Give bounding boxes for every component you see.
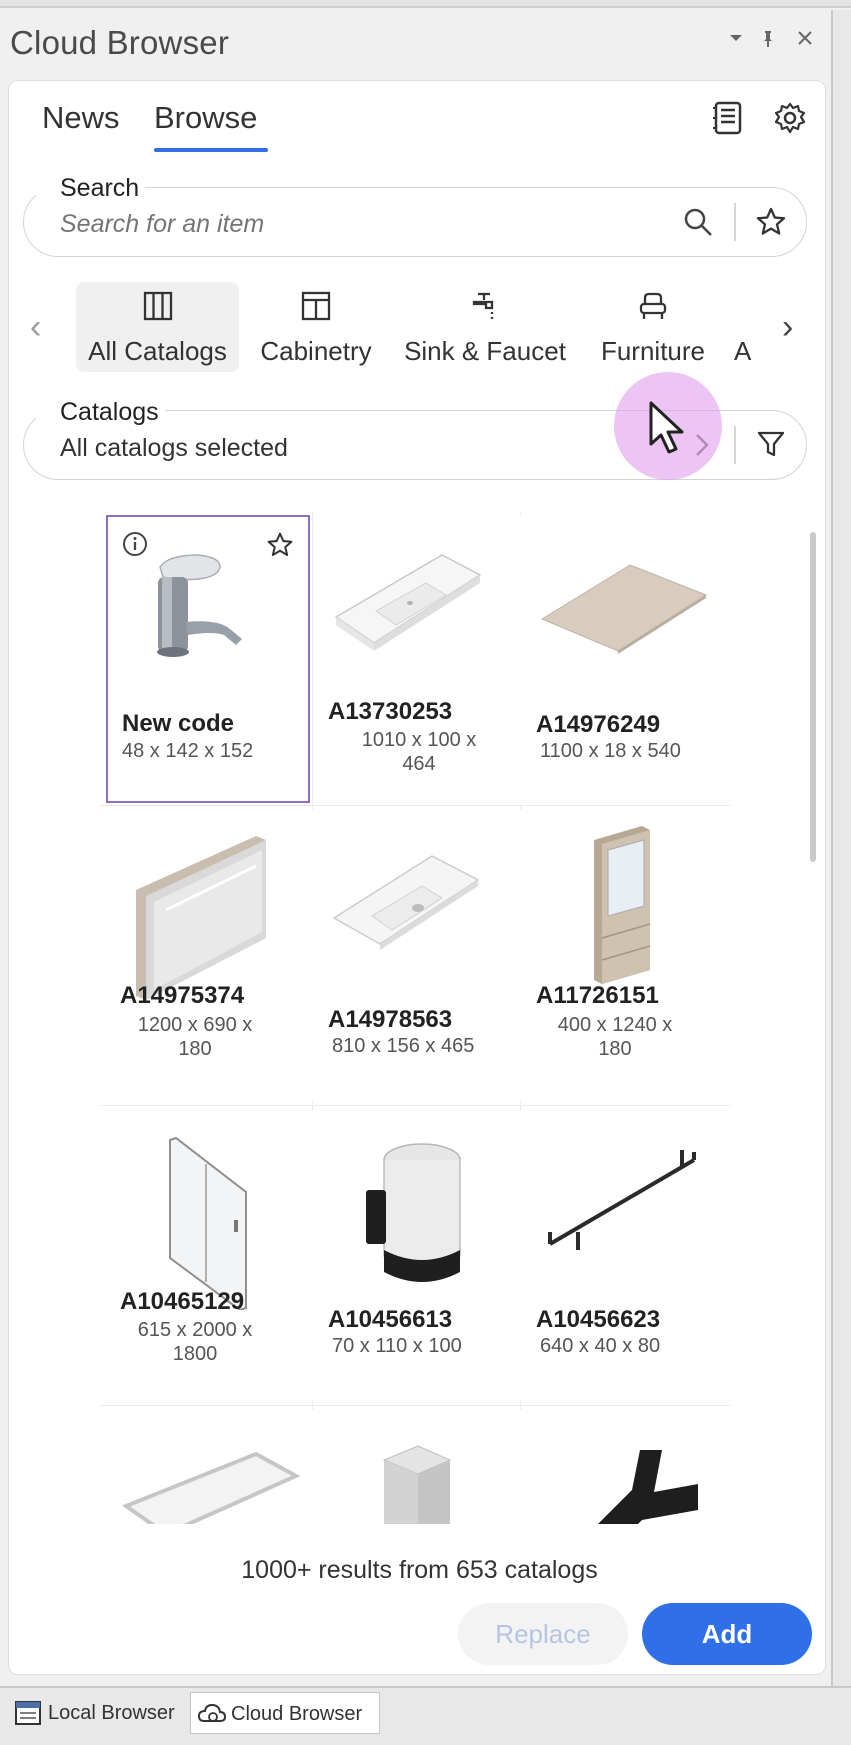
item-card[interactable]: A10456613 70 x 110 x 100 <box>314 1110 521 1400</box>
search-icon[interactable] <box>682 206 714 243</box>
item-card[interactable]: A10465129 615 x 2000 x 1800 <box>106 1110 313 1400</box>
search-separator <box>734 203 736 241</box>
gear-icon[interactable] <box>772 100 808 136</box>
category-sink-faucet[interactable]: Sink & Faucet <box>398 282 572 372</box>
replace-button[interactable]: Replace <box>458 1603 628 1665</box>
item-dimensions: 48 x 142 x 152 <box>122 740 254 762</box>
cabinet-icon <box>301 290 331 322</box>
item-code: A14978563 <box>328 1006 453 1033</box>
cup-holder-thumbnail <box>366 1143 461 1282</box>
pin-icon[interactable] <box>760 30 776 48</box>
basin-thumbnail <box>334 554 482 651</box>
faucet-thumbnail <box>157 554 242 657</box>
filter-icon[interactable] <box>756 429 786 464</box>
category-partial[interactable]: A <box>734 282 756 372</box>
item-card[interactable]: A14978563 810 x 156 x 465 <box>314 810 521 1100</box>
basin-slab-thumbnail <box>332 855 480 950</box>
shower-panel-thumbnail <box>169 1136 247 1310</box>
close-icon[interactable] <box>797 30 813 46</box>
tab-news[interactable]: News <box>42 100 120 136</box>
grid-divider <box>100 1105 730 1106</box>
catalog-book-icon[interactable] <box>710 100 746 136</box>
item-dimensions: 70 x 110 x 100 <box>332 1335 462 1357</box>
search-label: Search <box>36 174 146 203</box>
catalogs-label: Catalogs <box>36 398 165 427</box>
item-dimensions: 1200 x 690 x 180 <box>137 1014 253 1060</box>
catalogs-value: All catalogs selected <box>60 434 288 462</box>
results-grid: New code 48 x 142 x 152 A13730253 1010 x… <box>100 512 730 1524</box>
pillar-thumbnail <box>382 1445 452 1524</box>
active-tab-indicator <box>154 148 268 152</box>
category-all-catalogs[interactable]: All Catalogs <box>76 282 239 372</box>
item-code: A10456623 <box>536 1306 661 1333</box>
item-code: A14976249 <box>536 711 661 738</box>
panel-thumbnail <box>540 564 708 654</box>
add-button[interactable]: Add <box>642 1603 812 1665</box>
mouse-pointer-icon <box>648 400 688 461</box>
item-dimensions: 810 x 156 x 465 <box>332 1035 475 1057</box>
item-card[interactable]: A11726151 400 x 1240 x 180 <box>522 810 729 1100</box>
tab-browse[interactable]: Browse <box>154 100 257 136</box>
category-furniture[interactable]: Furniture <box>594 282 712 372</box>
catalog-columns-icon <box>143 290 173 322</box>
item-code: A13730253 <box>328 698 453 725</box>
dock-right-rail <box>831 10 851 1690</box>
item-card[interactable] <box>314 1410 521 1524</box>
chevron-left-icon[interactable]: ‹ <box>30 308 41 347</box>
item-code: A11726151 <box>536 982 659 1009</box>
window-top-border <box>0 0 851 8</box>
item-card[interactable]: A10456623 640 x 40 x 80 <box>522 1110 729 1400</box>
item-card[interactable]: New code 48 x 142 x 152 <box>106 515 310 803</box>
item-dimensions: 615 x 2000 x 1800 <box>137 1319 253 1365</box>
catalogs-separator <box>734 426 736 464</box>
local-browser-icon <box>15 1701 41 1725</box>
towel-rail-thumbnail <box>548 1150 696 1250</box>
item-card[interactable]: A14975374 1200 x 690 x 180 <box>106 810 313 1100</box>
tab-local-browser[interactable]: Local Browser <box>8 1692 180 1734</box>
search-input[interactable] <box>60 206 660 242</box>
bathtub-thumbnail <box>121 1451 301 1524</box>
grid-divider <box>100 1405 730 1406</box>
grid-divider <box>100 805 730 806</box>
results-scrollbar[interactable] <box>810 532 816 862</box>
item-code: A10465129 <box>120 1288 245 1315</box>
hook-thumbnail <box>598 1450 698 1524</box>
star-icon[interactable] <box>755 206 787 243</box>
item-dimensions: 400 x 1240 x 180 <box>557 1014 673 1060</box>
item-dimensions: 640 x 40 x 80 <box>540 1335 661 1357</box>
item-card[interactable]: A14976249 1100 x 18 x 540 <box>522 515 729 805</box>
faucet-icon <box>470 290 500 322</box>
item-card[interactable] <box>522 1410 729 1524</box>
item-code: A10456613 <box>328 1306 453 1333</box>
item-code: A14975374 <box>120 982 245 1009</box>
pane-title: Cloud Browser <box>10 24 230 61</box>
item-code: New code <box>122 710 235 737</box>
item-card[interactable] <box>106 1410 313 1524</box>
tab-cloud-browser[interactable]: Cloud Browser <box>190 1692 380 1734</box>
results-summary: 1000+ results from 653 catalogs <box>241 1556 598 1584</box>
dropdown-icon[interactable] <box>728 30 744 46</box>
cloud-browser-icon <box>197 1703 227 1722</box>
item-dimensions: 1100 x 18 x 540 <box>540 740 681 762</box>
item-dimensions: 1010 x 100 x 464 <box>361 729 477 775</box>
item-card[interactable]: A13730253 1010 x 100 x 464 <box>314 515 521 805</box>
chevron-right-icon[interactable]: › <box>782 308 793 347</box>
category-cabinetry[interactable]: Cabinetry <box>255 282 377 372</box>
armchair-icon <box>638 290 668 322</box>
